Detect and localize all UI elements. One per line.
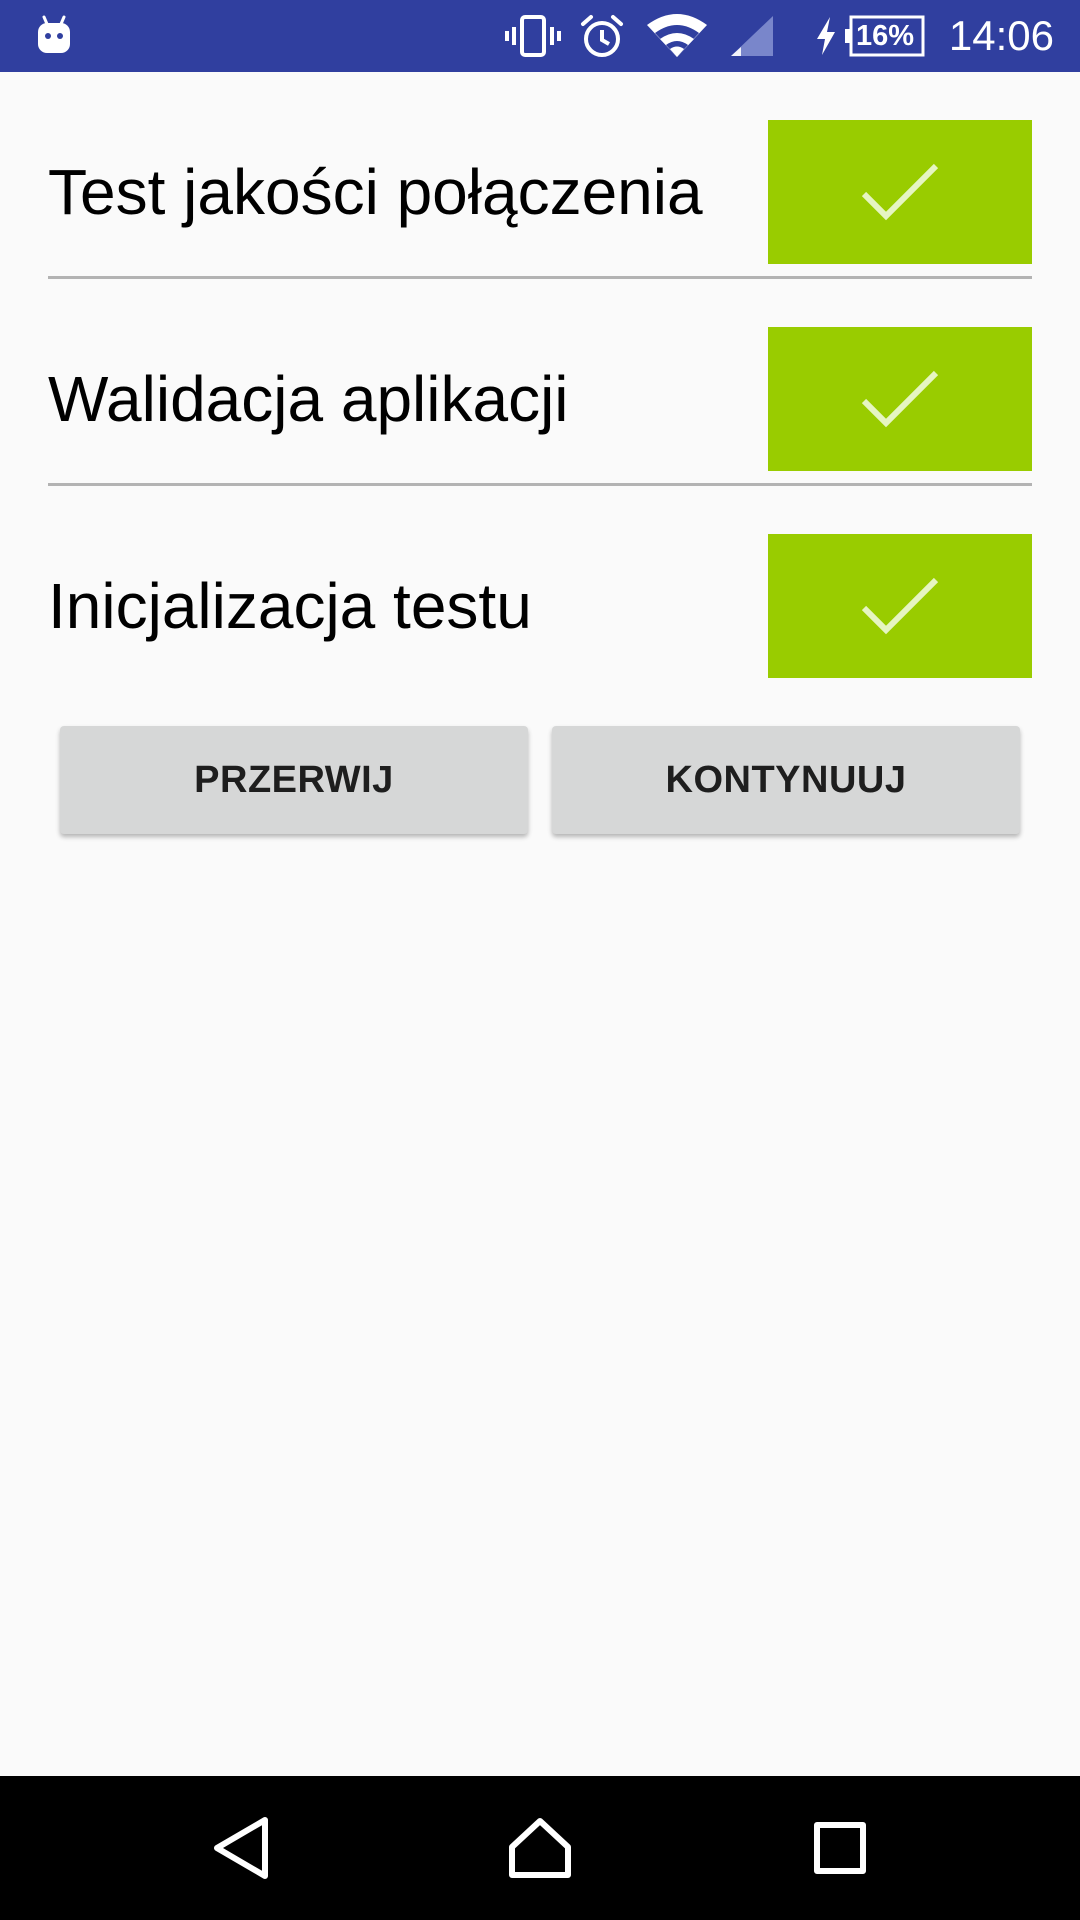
status-indicator <box>768 120 1032 264</box>
recents-button[interactable] <box>768 1776 912 1920</box>
check-row-connection-quality: Test jakości połączenia <box>48 72 1032 279</box>
action-buttons: PRZERWIJ KONTYNUUJ <box>60 726 1020 834</box>
charging-icon <box>812 0 840 72</box>
status-bar: 16% 14:06 <box>0 0 1080 72</box>
vibrate-icon <box>504 0 562 72</box>
alarm-icon <box>578 0 626 72</box>
status-indicator <box>768 327 1032 471</box>
abort-button[interactable]: PRZERWIJ <box>60 726 528 834</box>
status-indicator <box>768 534 1032 678</box>
checkmark-icon <box>861 163 939 221</box>
continue-button[interactable]: KONTYNUUJ <box>552 726 1020 834</box>
check-label: Inicjalizacja testu <box>48 570 532 642</box>
wifi-icon <box>646 0 708 72</box>
check-list: Test jakości połączenia Walidacja aplika… <box>48 72 1032 693</box>
check-label: Walidacja aplikacji <box>48 363 569 435</box>
screen: 16% 14:06 Test jakości połączenia Walida… <box>0 0 1080 1920</box>
home-button[interactable] <box>468 1776 612 1920</box>
check-row-test-initialization: Inicjalizacja testu <box>48 486 1032 693</box>
cell-signal-icon <box>728 0 776 72</box>
recents-icon <box>814 1822 866 1874</box>
checkmark-icon <box>861 577 939 635</box>
clock: 14:06 <box>948 12 1054 59</box>
check-row-app-validation: Walidacja aplikacji <box>48 279 1032 486</box>
navigation-bar <box>0 1776 1080 1920</box>
checkmark-icon <box>861 370 939 428</box>
android-icon <box>34 0 74 72</box>
back-icon <box>214 1817 268 1879</box>
battery-percent: 16% <box>855 19 915 52</box>
battery-icon: 16% <box>844 0 926 72</box>
check-label: Test jakości połączenia <box>48 156 703 228</box>
home-icon <box>509 1818 571 1878</box>
back-button[interactable] <box>169 1776 313 1920</box>
